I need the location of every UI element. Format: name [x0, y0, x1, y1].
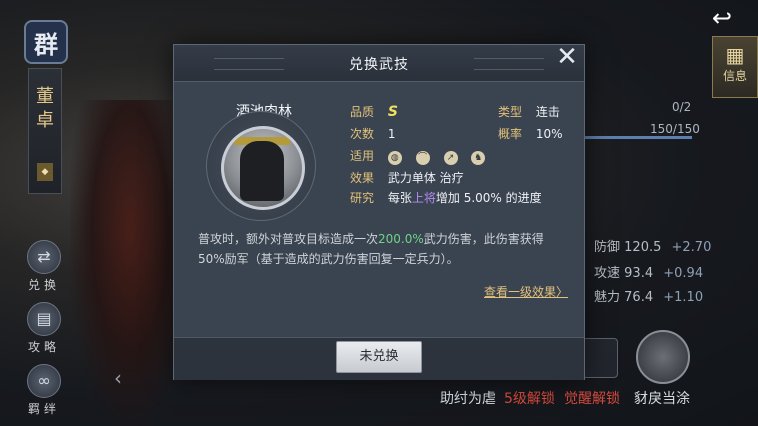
research-suffix: 增加 5.00% 的进度 — [435, 191, 542, 205]
stat-name: 攻速 — [594, 266, 621, 281]
bond-label: 羁绊 — [27, 402, 60, 416]
stat-value: 76.4 — [624, 290, 654, 305]
count-row: 次数 1 — [350, 125, 395, 142]
quality-value: S — [387, 104, 398, 120]
stat-name: 防御 — [594, 240, 621, 255]
dialog-title: 兑换武技 — [349, 57, 409, 73]
skill-description: 普攻时，额外对普攻目标造成一次200.0%武力伤害，此伤害获得50%励军（基于造… — [198, 229, 568, 269]
stat-bonus: +0.94 — [663, 266, 704, 281]
not-exchanged-button[interactable]: 未兑换 — [336, 341, 422, 373]
research-label: 研究 — [350, 191, 375, 205]
type-value: 连击 — [535, 105, 560, 119]
exp-bar — [584, 136, 692, 139]
info-button[interactable]: ▦ 信息 — [712, 36, 758, 98]
exchange-label: 兑换 — [27, 278, 60, 292]
exp-text: 150/150 — [650, 122, 700, 136]
faction-badge: 群 — [24, 20, 68, 64]
awaken-skill-icon[interactable] — [636, 330, 690, 384]
hero-name-band: 董卓 ◆ — [28, 68, 62, 194]
exchange-icon: ⇄ — [27, 240, 61, 274]
research-prefix: 每张 — [387, 191, 412, 205]
type-label: 类型 — [498, 105, 523, 119]
stat-bonus: +2.70 — [671, 240, 712, 255]
stat-name: 魅力 — [594, 290, 621, 305]
stat-bonus: +1.10 — [663, 290, 704, 305]
apply-icons: ◍ ⌒ ↗ ♞ — [387, 149, 495, 165]
type-row: 类型 连击 — [498, 103, 560, 120]
link-text: 查看一级效果 — [484, 285, 557, 299]
quality-row: 品质 S — [350, 103, 398, 120]
stat-charm: 魅力 76.4 +1.10 — [594, 286, 703, 305]
prev-hero-arrow-icon[interactable]: ‹ — [114, 366, 122, 390]
view-level1-effect-link[interactable]: 查看一级效果〉 — [484, 283, 568, 300]
exchange-button[interactable]: ⇄ 兑换 — [24, 240, 64, 293]
skill-label-4: 豺戾当涂 — [634, 391, 690, 407]
apply-row: 适用 ◍ ⌒ ↗ ♞ — [350, 147, 495, 165]
dialog-header: 兑换武技 — [174, 45, 584, 82]
faction-label: 群 — [34, 29, 58, 59]
skill-label-1: 助纣为虐 — [440, 391, 496, 407]
prob-value: 10% — [535, 127, 563, 141]
bond-icon: ∞ — [27, 364, 61, 398]
strategy-icon: ▤ — [27, 302, 61, 336]
effect-value: 武力单体 治疗 — [387, 171, 464, 185]
description-part1: 普攻时，额外对普攻目标造成一次 — [198, 232, 379, 246]
effect-label: 效果 — [350, 171, 375, 185]
apply-label: 适用 — [350, 149, 375, 163]
bow-icon: ⌒ — [415, 151, 430, 165]
stat-value: 93.4 — [624, 266, 654, 281]
info-label: 信息 — [722, 69, 747, 83]
exchange-skill-dialog: 兑换武技 酒池肉林 品质 S 类型 连击 次数 1 概率 10% 适用 ◍ ⌒ … — [173, 44, 585, 380]
prob-label: 概率 — [498, 127, 523, 141]
count-label: 次数 — [350, 127, 375, 141]
strategy-button[interactable]: ▤ 攻略 — [24, 302, 64, 355]
strategy-label: 攻略 — [27, 340, 60, 354]
spear-icon: ↗ — [443, 151, 458, 165]
chevron-right-icon: 〉 — [556, 285, 569, 299]
quality-label: 品质 — [350, 105, 375, 119]
description-highlight: 200.0% — [378, 232, 424, 246]
shield-icon: ◍ — [387, 151, 402, 165]
skill-portrait-frame — [206, 111, 316, 221]
stat-defense: 防御 120.5 +2.70 — [594, 236, 711, 255]
return-icon[interactable]: ↩ — [700, 4, 744, 32]
scroll-icon: ▦ — [725, 43, 745, 67]
skill-lock-level: 5级解锁 — [504, 391, 555, 407]
skill-lock-awaken: 觉醒解锁 — [564, 391, 620, 407]
prob-row: 概率 10% — [498, 125, 563, 142]
stat-value: 120.5 — [624, 240, 662, 255]
effect-row: 效果 武力单体 治疗 — [350, 169, 464, 186]
count-text: 0/2 — [672, 100, 692, 114]
research-row: 研究 每张上将增加 5.00% 的进度 — [350, 189, 542, 206]
research-highlight: 上将 — [411, 191, 436, 205]
skill-portrait — [221, 126, 305, 210]
hero-rank-badge: ◆ — [37, 163, 53, 181]
close-icon[interactable]: ✕ — [554, 44, 580, 70]
hero-name: 董卓 — [36, 86, 54, 131]
horse-icon: ♞ — [471, 151, 486, 165]
bond-button[interactable]: ∞ 羁绊 — [24, 364, 64, 417]
count-value: 1 — [387, 127, 396, 141]
stat-attack-speed: 攻速 93.4 +0.94 — [594, 262, 703, 281]
portrait-figure — [240, 141, 284, 201]
